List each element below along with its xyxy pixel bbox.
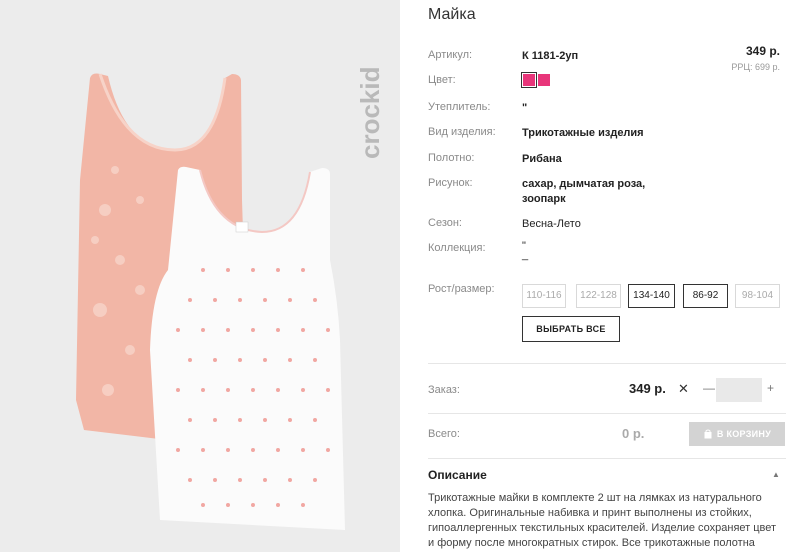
total-value: 0 р. <box>622 426 645 441</box>
attr-label: Сезон: <box>428 217 462 229</box>
attr-label: Вид изделия: <box>428 126 496 138</box>
order-price: 349 р. <box>629 381 666 396</box>
attr-label: Артикул: <box>428 49 473 61</box>
size-option[interactable]: 86-92 <box>683 284 728 308</box>
description-title[interactable]: Описание <box>428 468 487 482</box>
increment-button[interactable]: + <box>767 381 774 395</box>
rrp-price: РРЦ: 699 р. <box>731 62 780 72</box>
divider <box>428 458 786 459</box>
cart-button-label: В КОРЗИНУ <box>716 429 772 439</box>
description-text: Трикотажные майки в комплекте 2 шт на ля… <box>428 492 777 549</box>
remove-icon[interactable]: ✕ <box>678 381 689 397</box>
add-to-cart-button[interactable]: В КОРЗИНУ <box>689 422 785 446</box>
product-image <box>76 73 345 531</box>
attr-label: Утеплитель: <box>428 101 491 113</box>
brand-logo: crockid <box>355 14 385 160</box>
decrement-button[interactable]: — <box>703 381 715 395</box>
color-swatch[interactable] <box>538 74 550 86</box>
page-title: Майка <box>428 6 476 23</box>
attr-label: Цвет: <box>428 74 456 86</box>
order-label: Заказ: <box>428 384 460 396</box>
attr-value: Трикотажные изделия <box>522 127 644 139</box>
attr-value: сахар, дымчатая роза, зоопарк <box>522 178 646 205</box>
collapse-caret-icon[interactable]: ▲ <box>772 470 780 479</box>
product-price: 349 р. <box>745 44 780 58</box>
product-photo: crockid <box>0 0 400 552</box>
divider <box>428 363 786 364</box>
attr-value: Весна-Лето <box>522 218 581 230</box>
cart-icon <box>704 429 712 439</box>
size-option[interactable]: 110-116 <box>522 284 566 308</box>
attr-value: К 1181-2уп <box>522 50 579 62</box>
attr-value: " <box>522 102 528 114</box>
total-label: Всего: <box>428 428 460 440</box>
attr-label: Полотно: <box>428 152 475 164</box>
attr-label: Рисунок: <box>428 177 473 189</box>
size-options: 110-116 122-128 134-140 86-92 98-104 <box>428 284 798 310</box>
divider <box>428 413 786 414</box>
attr-label: Коллекция: <box>428 242 486 254</box>
select-all-button[interactable]: ВЫБРАТЬ ВСЕ <box>522 316 620 342</box>
size-option[interactable]: 134-140 <box>628 284 675 308</box>
attr-value: Рибана <box>522 153 562 165</box>
color-swatch-selected[interactable] <box>521 72 537 88</box>
attr-value: " _ <box>522 240 529 261</box>
size-option[interactable]: 122-128 <box>576 284 621 308</box>
product-details: Майка 349 р. РРЦ: 699 р. Артикул: К 1181… <box>400 0 800 552</box>
quantity-input[interactable] <box>716 378 762 402</box>
svg-text:crockid: crockid <box>355 67 385 160</box>
size-option[interactable]: 98-104 <box>735 284 780 308</box>
